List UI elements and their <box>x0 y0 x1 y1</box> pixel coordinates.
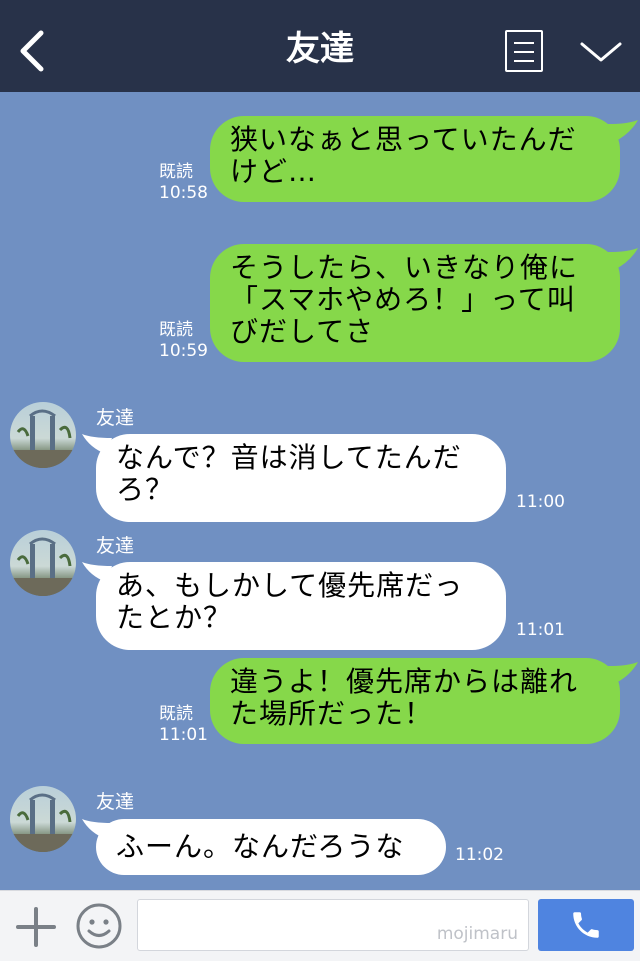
read-receipt: 既読 <box>159 162 193 182</box>
message-list[interactable]: 既読 10:58 狭いなぁと思っていたんだ けど… 既読 10:59 そうしたら… <box>0 92 640 890</box>
message-meta: 既読 11:01 <box>159 704 208 746</box>
message-time: 11:01 <box>516 620 565 640</box>
menu-icon[interactable] <box>505 30 543 72</box>
outgoing-message-bubble[interactable]: 狭いなぁと思っていたんだ けど… <box>210 116 620 202</box>
message-time: 11:00 <box>516 492 565 512</box>
call-button[interactable] <box>538 899 634 951</box>
outgoing-message-bubble[interactable]: 違うよ！優先席からは離れ た場所だった！ <box>210 658 620 744</box>
sender-name: 友達 <box>96 535 135 557</box>
message-time: 11:02 <box>455 845 504 865</box>
avatar[interactable] <box>10 530 76 596</box>
bubble-tail <box>608 120 638 142</box>
plus-icon[interactable] <box>14 905 58 949</box>
sender-name: 友達 <box>96 791 135 813</box>
bubble-tail <box>82 434 112 454</box>
message-time: 11:01 <box>159 725 208 745</box>
message-meta: 既読 10:59 <box>159 320 208 362</box>
avatar[interactable] <box>10 402 76 468</box>
chat-title: 友達 <box>286 29 354 69</box>
bubble-tail <box>82 562 112 582</box>
incoming-message-bubble[interactable]: あ、もしかして優先席だっ たとか？ <box>96 562 506 650</box>
message-input[interactable]: mojimaru <box>137 899 529 951</box>
watermark: mojimaru <box>436 924 518 944</box>
message-meta: 既読 10:58 <box>159 162 208 204</box>
bubble-tail <box>82 819 112 839</box>
smiley-icon[interactable] <box>74 901 124 951</box>
bubble-tail <box>608 662 638 684</box>
read-receipt: 既読 <box>159 704 193 724</box>
input-bar: mojimaru <box>0 890 640 961</box>
chat-header: 友達 <box>0 0 640 92</box>
sender-name: 友達 <box>96 407 135 429</box>
message-time: 10:58 <box>159 183 208 203</box>
chevron-down-icon[interactable] <box>578 36 624 66</box>
phone-icon <box>573 912 599 938</box>
incoming-message-bubble[interactable]: ふーん。なんだろうな <box>96 819 446 875</box>
incoming-message-bubble[interactable]: なんで？音は消してたんだ ろ？ <box>96 434 506 522</box>
avatar[interactable] <box>10 786 76 852</box>
bubble-tail <box>608 248 638 270</box>
message-time: 10:59 <box>159 341 208 361</box>
read-receipt: 既読 <box>159 320 193 340</box>
outgoing-message-bubble[interactable]: そうしたら、いきなり俺に 「スマホやめろ！」って叫 びだしてさ <box>210 244 620 362</box>
